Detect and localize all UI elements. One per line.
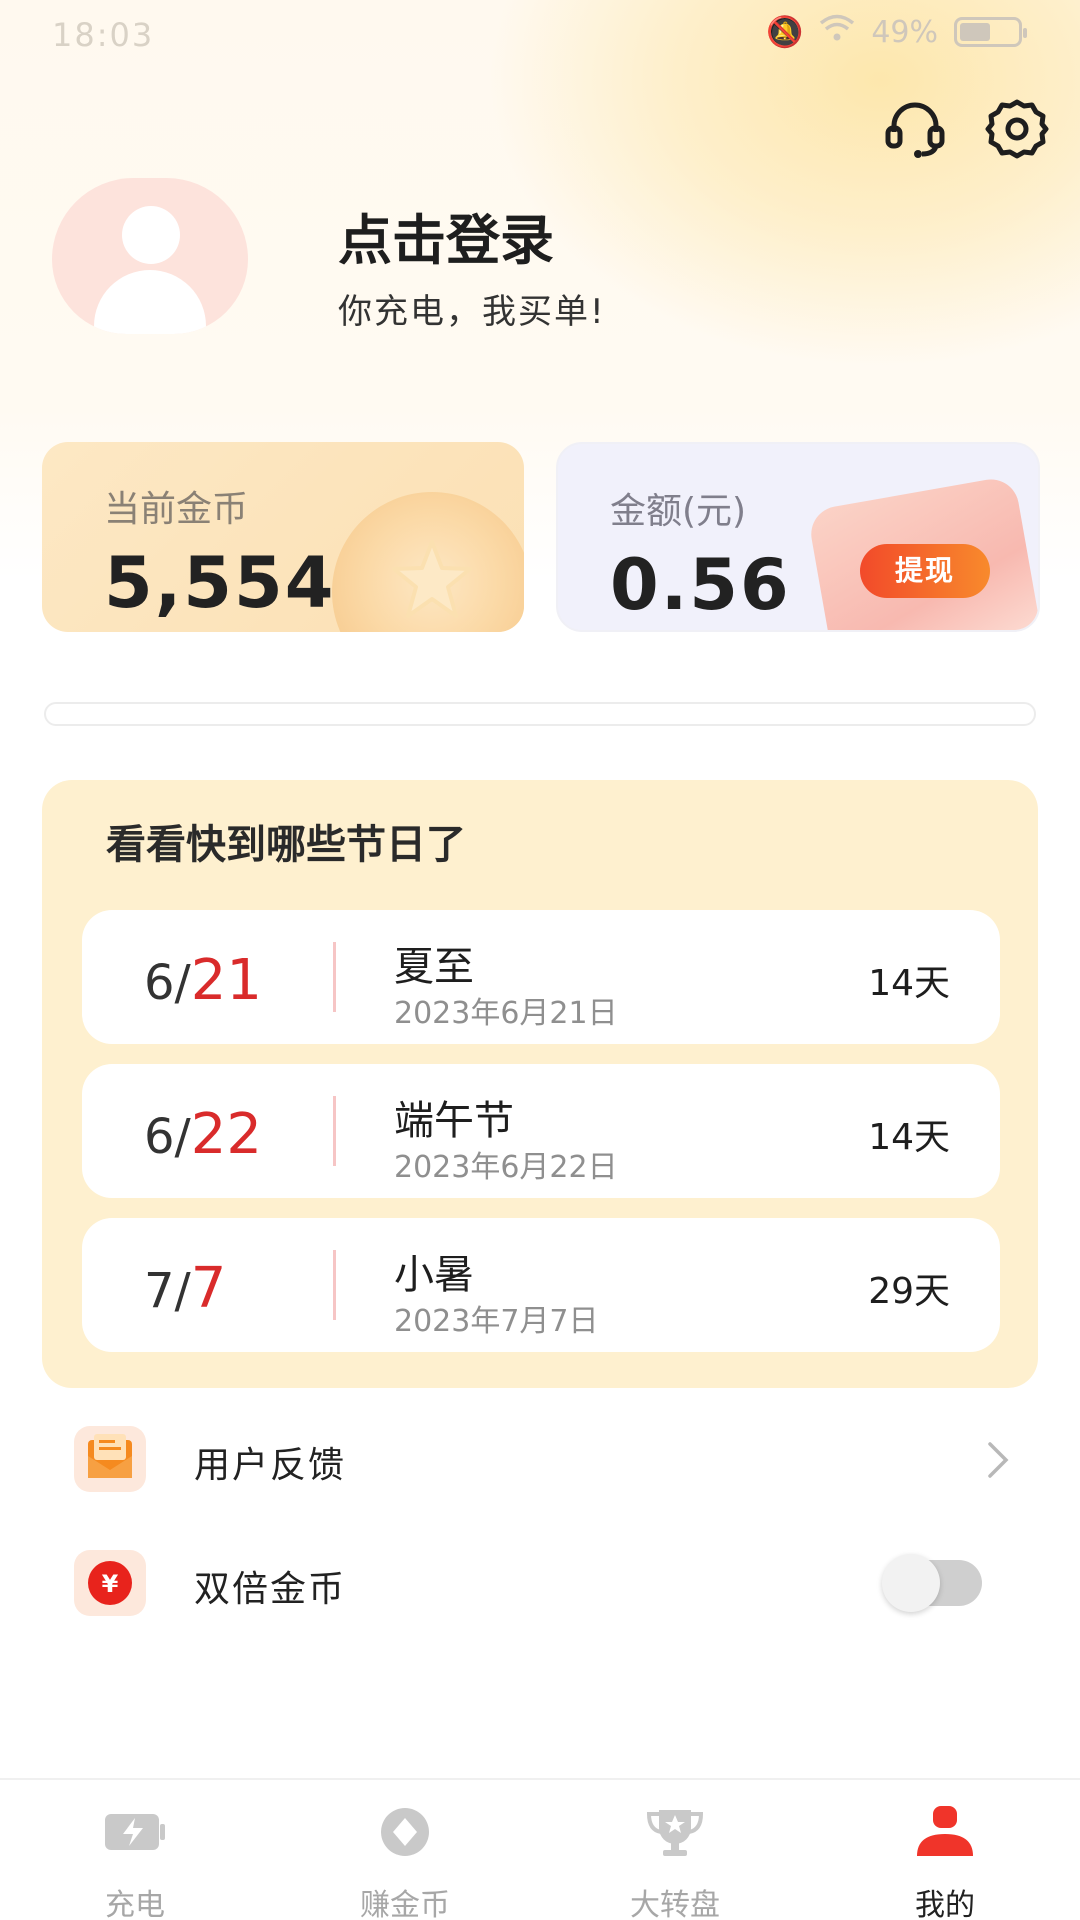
- avatar[interactable]: [52, 178, 248, 334]
- double-coins-toggle[interactable]: [882, 1554, 982, 1612]
- holiday-name: 端午节: [394, 1098, 514, 1144]
- row-divider: [333, 942, 336, 1012]
- holiday-full-date: 2023年7月7日: [394, 1304, 599, 1339]
- login-button[interactable]: 点击登录: [338, 196, 554, 275]
- double-coins-menu-item: ¥ 双倍金币: [0, 1534, 1080, 1634]
- wifi-icon: [819, 14, 855, 50]
- star-icon: [392, 540, 472, 618]
- mute-icon: 🔕: [765, 14, 804, 50]
- tab-earn-coins[interactable]: 赚金币: [270, 1780, 540, 1920]
- holiday-days-left: 14天: [868, 1117, 950, 1158]
- battery-icon: [954, 17, 1027, 47]
- double-coins-label: 双倍金币: [194, 1569, 347, 1610]
- coins-card[interactable]: 当前金币 5,554: [42, 442, 524, 632]
- coin-icon: [332, 492, 524, 632]
- holiday-row[interactable]: 6/21 夏至 2023年6月21日 14天: [82, 910, 1000, 1044]
- svg-text:¥: ¥: [102, 1570, 119, 1598]
- tab-mine[interactable]: 我的: [810, 1780, 1080, 1920]
- battery-charge-icon: [105, 1814, 165, 1850]
- coins-label: 当前金币: [104, 489, 249, 530]
- status-time: 18:03: [52, 16, 155, 54]
- earn-coin-icon: [381, 1808, 429, 1856]
- withdraw-button[interactable]: 提现: [860, 544, 990, 598]
- money-label: 金额(元): [610, 491, 747, 532]
- coins-value: 5,554: [104, 542, 336, 624]
- person-icon: [917, 1806, 973, 1856]
- top-actions: [882, 96, 1050, 162]
- holiday-name: 夏至: [394, 944, 474, 990]
- tab-lucky-wheel[interactable]: 大转盘: [540, 1780, 810, 1920]
- tab-label: 赚金币: [360, 1888, 450, 1920]
- row-divider: [333, 1096, 336, 1166]
- holiday-name: 小暑: [394, 1252, 474, 1298]
- holiday-panel: 看看快到哪些节日了 6/21 夏至 2023年6月21日 14天 6/22 端午…: [42, 780, 1038, 1388]
- holiday-full-date: 2023年6月22日: [394, 1150, 618, 1185]
- trophy-icon: [646, 1810, 704, 1856]
- toggle-knob: [882, 1554, 940, 1612]
- holiday-days-left: 29天: [868, 1271, 950, 1312]
- holiday-row[interactable]: 7/7 小暑 2023年7月7日 29天: [82, 1218, 1000, 1352]
- slogan-text: 你充电，我买单!: [338, 292, 606, 332]
- chevron-right-icon: [988, 1442, 1009, 1478]
- holiday-short-date: 6/21: [144, 948, 262, 1013]
- holiday-panel-title: 看看快到哪些节日了: [106, 822, 466, 868]
- holiday-days-left: 14天: [868, 963, 950, 1004]
- bottom-tab-bar: 充电 赚金币 大转盘 我的: [0, 1778, 1080, 1920]
- customer-service-icon[interactable]: [882, 96, 948, 162]
- status-icons: 🔕 49%: [765, 14, 1027, 50]
- status-bar: 18:03 🔕 49%: [0, 0, 1080, 70]
- holiday-short-date: 6/22: [144, 1102, 262, 1167]
- tab-charge[interactable]: 充电: [0, 1780, 270, 1920]
- yuan-coin-icon: ¥: [74, 1550, 146, 1616]
- holiday-short-date: 7/7: [144, 1256, 227, 1321]
- feedback-menu-item[interactable]: 用户反馈: [0, 1410, 1080, 1510]
- tab-label: 大转盘: [630, 1888, 720, 1920]
- holiday-full-date: 2023年6月21日: [394, 996, 618, 1031]
- battery-percent: 49%: [871, 14, 938, 50]
- feedback-label: 用户反馈: [194, 1445, 347, 1486]
- avatar-head-shape: [122, 206, 180, 264]
- money-value: 0.56: [610, 544, 791, 626]
- row-divider: [333, 1250, 336, 1320]
- money-card[interactable]: 金额(元) 0.56 提现: [556, 442, 1040, 632]
- tab-label: 充电: [105, 1888, 165, 1920]
- banner-placeholder: [44, 702, 1036, 726]
- tab-label: 我的: [915, 1888, 975, 1920]
- holiday-row[interactable]: 6/22 端午节 2023年6月22日 14天: [82, 1064, 1000, 1198]
- settings-gear-icon[interactable]: [984, 96, 1050, 162]
- feedback-mail-icon: [74, 1426, 146, 1492]
- avatar-body-shape: [94, 270, 206, 334]
